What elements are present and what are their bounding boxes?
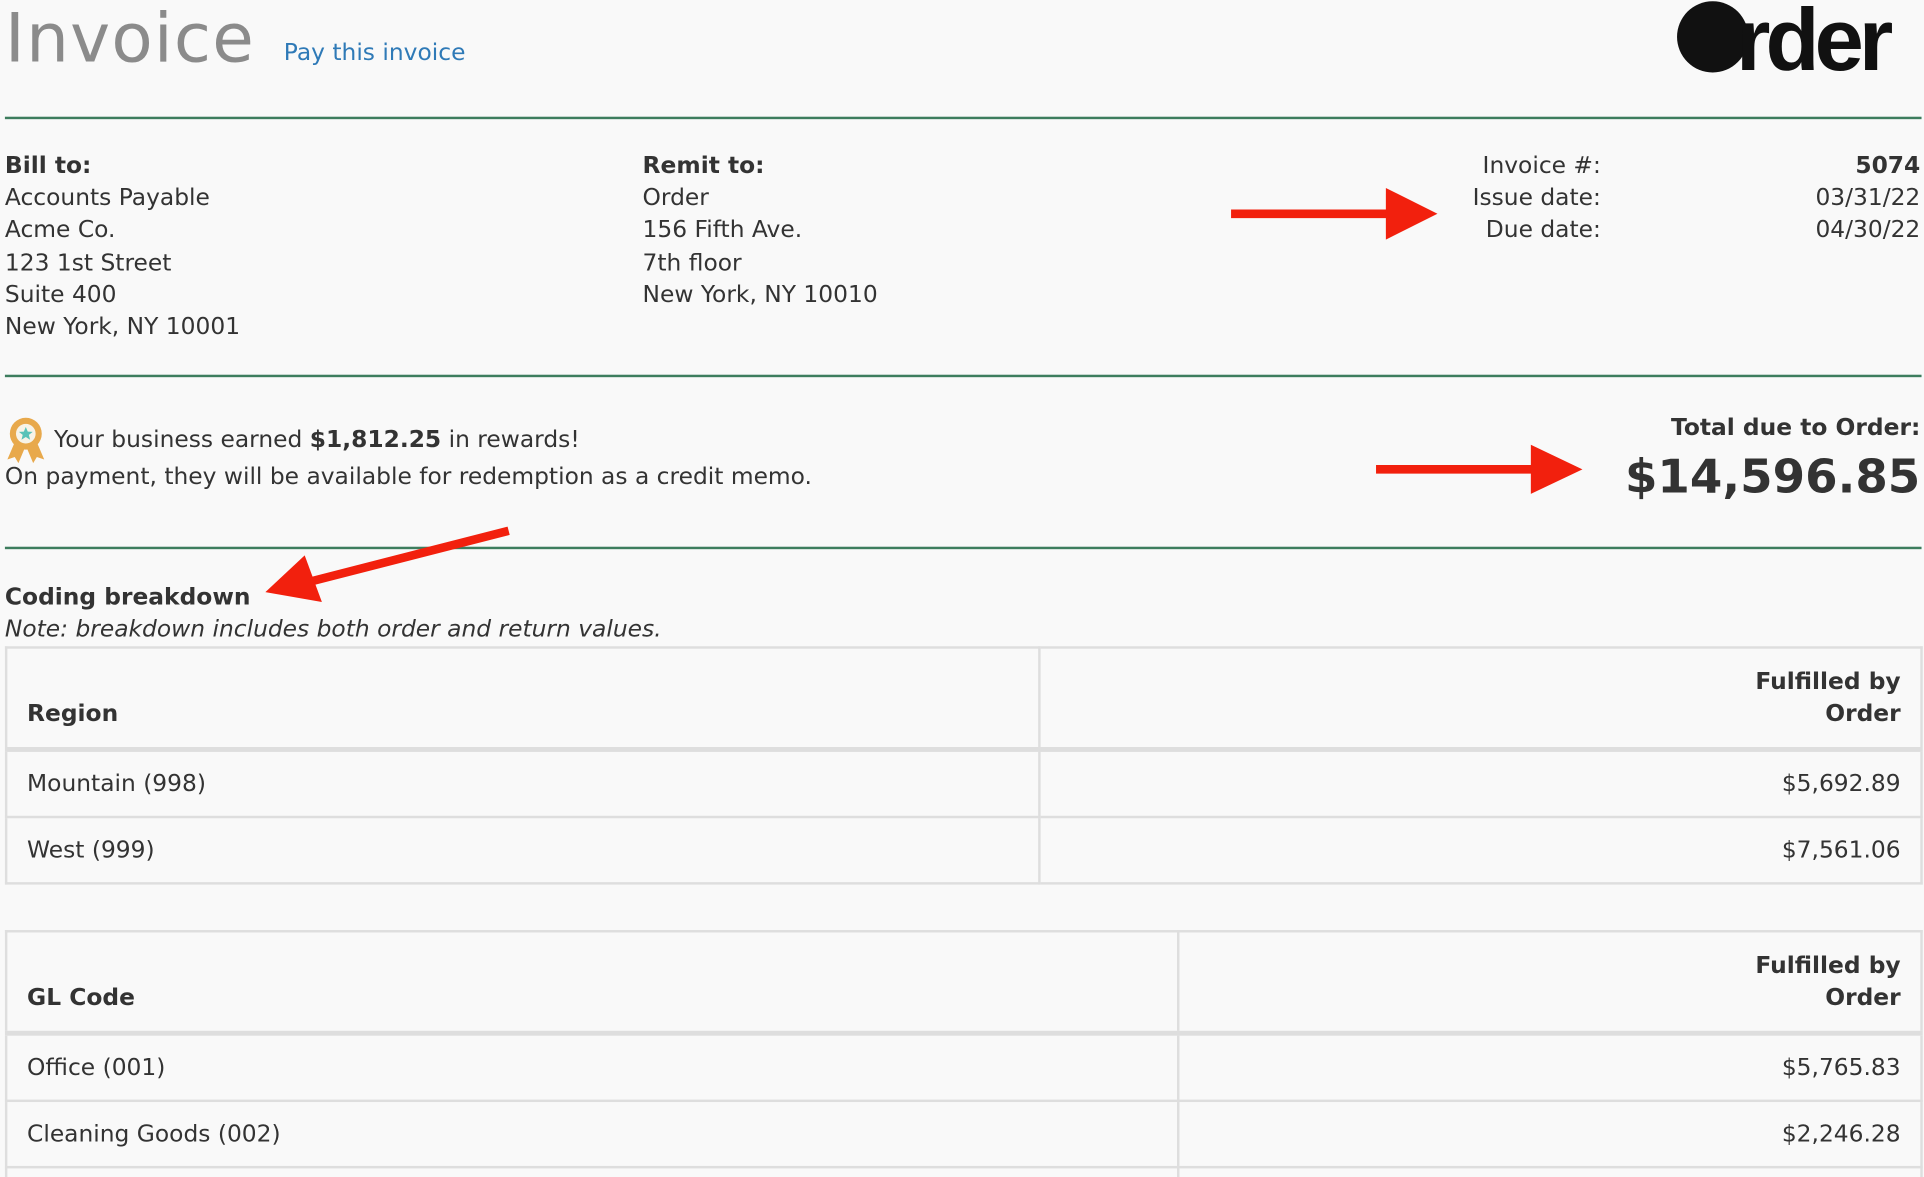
region-column-header: Region: [4, 646, 1041, 751]
issue-date-label: Issue date:: [1472, 184, 1601, 212]
due-date: 04/30/22: [1815, 216, 1921, 244]
remit-to-label: Remit to:: [642, 152, 765, 180]
region-name: Mountain (998): [4, 748, 1041, 819]
fulfilled-header-line: Order: [1825, 700, 1901, 728]
region-amount: $5,692.89: [1038, 748, 1923, 819]
invoice-number: 5074: [1855, 152, 1921, 180]
rewards-line: Your business earned $1,812.25 in reward…: [5, 415, 580, 464]
table-header-row: GL Code Fulfilled by Order: [4, 930, 1923, 1035]
address-divider: [4, 374, 1922, 378]
bill-to-line: Acme Co.: [4, 216, 116, 244]
invoice-page: Invoice Pay this invoice rder Bill to: A…: [0, 0, 1924, 1177]
invoice-title: Invoice: [4, 0, 256, 78]
remit-to-line: New York, NY 10010: [642, 281, 878, 309]
gl-code-name: Cleaning Goods (002): [4, 1099, 1180, 1169]
table-row: Mountain (998) $5,692.89: [4, 748, 1923, 819]
invoice-number-label: Invoice #:: [1482, 152, 1601, 180]
bill-to-block: Bill to: Accounts Payable Acme Co. 123 1…: [5, 150, 240, 343]
table-row: Cleaning Goods (002) $2,246.28: [4, 1099, 1923, 1169]
pay-invoice-link[interactable]: Pay this invoice: [284, 38, 466, 67]
coding-breakdown-note: Note: breakdown includes both order and …: [4, 615, 662, 643]
due-date-label: Due date:: [1485, 216, 1601, 244]
coding-breakdown-title: Coding breakdown: [4, 583, 251, 611]
annotation-arrow-icon: [1231, 187, 1438, 240]
gl-code-column-header: GL Code: [4, 930, 1180, 1035]
remit-to-line: Order: [642, 184, 709, 212]
fulfilled-header-line: Fulfilled by: [1755, 952, 1901, 980]
fulfilled-header-line: Fulfilled by: [1755, 668, 1901, 696]
table-row: West (999) $7,561.06: [4, 815, 1923, 885]
gl-code-amount: $5,765.83: [1176, 1032, 1923, 1103]
rewards-badge-icon: [7, 417, 45, 464]
gl-code-amount: $2,246.28: [1176, 1099, 1923, 1169]
bill-to-line: Suite 400: [4, 281, 117, 309]
annotation-arrow-icon: [265, 526, 510, 603]
fulfilled-header-line: Order: [1825, 984, 1901, 1012]
remit-to-line: 7th floor: [642, 248, 742, 276]
fulfilled-column-header: Fulfilled by Order: [1176, 930, 1923, 1035]
remit-to-line: 156 Fifth Ave.: [642, 216, 803, 244]
invoice-meta-values: 5074 03/31/22 04/30/22: [1815, 150, 1920, 246]
rewards-note: On payment, they will be available for r…: [4, 463, 812, 491]
table-row: Office (001) $5,765.83: [4, 1032, 1923, 1103]
gl-code-breakdown-table: GL Code Fulfilled by Order Office (001) …: [4, 930, 1923, 1177]
bill-to-label: Bill to:: [4, 152, 92, 180]
region-amount: $7,561.06: [1038, 815, 1923, 885]
table-header-row: Region Fulfilled by Order: [4, 646, 1923, 751]
bill-to-line: 123 1st Street: [4, 248, 172, 276]
gl-code-name: Office (001): [4, 1032, 1180, 1103]
rewards-amount: $1,812.25: [309, 426, 442, 454]
total-due-amount: $14,596.85: [1624, 449, 1921, 504]
remit-to-block: Remit to: Order 156 Fifth Ave. 7th floor…: [643, 150, 878, 311]
fulfilled-column-header: Fulfilled by Order: [1038, 646, 1923, 751]
annotation-arrow-icon: [1376, 444, 1583, 494]
rewards-prefix: Your business earned: [54, 426, 303, 454]
issue-date: 03/31/22: [1815, 184, 1921, 212]
svg-text:rder: rder: [1736, 0, 1893, 81]
region-breakdown-table: Region Fulfilled by Order Mountain (998)…: [4, 646, 1923, 885]
bill-to-line: New York, NY 10001: [4, 313, 241, 341]
total-due-label: Total due to Order:: [1671, 414, 1921, 442]
header-divider: [4, 116, 1922, 120]
region-name: West (999): [4, 815, 1041, 885]
order-logo: rder: [1677, 0, 1898, 81]
rewards-suffix: in rewards!: [448, 426, 580, 454]
bill-to-line: Accounts Payable: [4, 184, 210, 212]
invoice-meta-labels: Invoice #: Issue date: Due date:: [1473, 150, 1601, 246]
